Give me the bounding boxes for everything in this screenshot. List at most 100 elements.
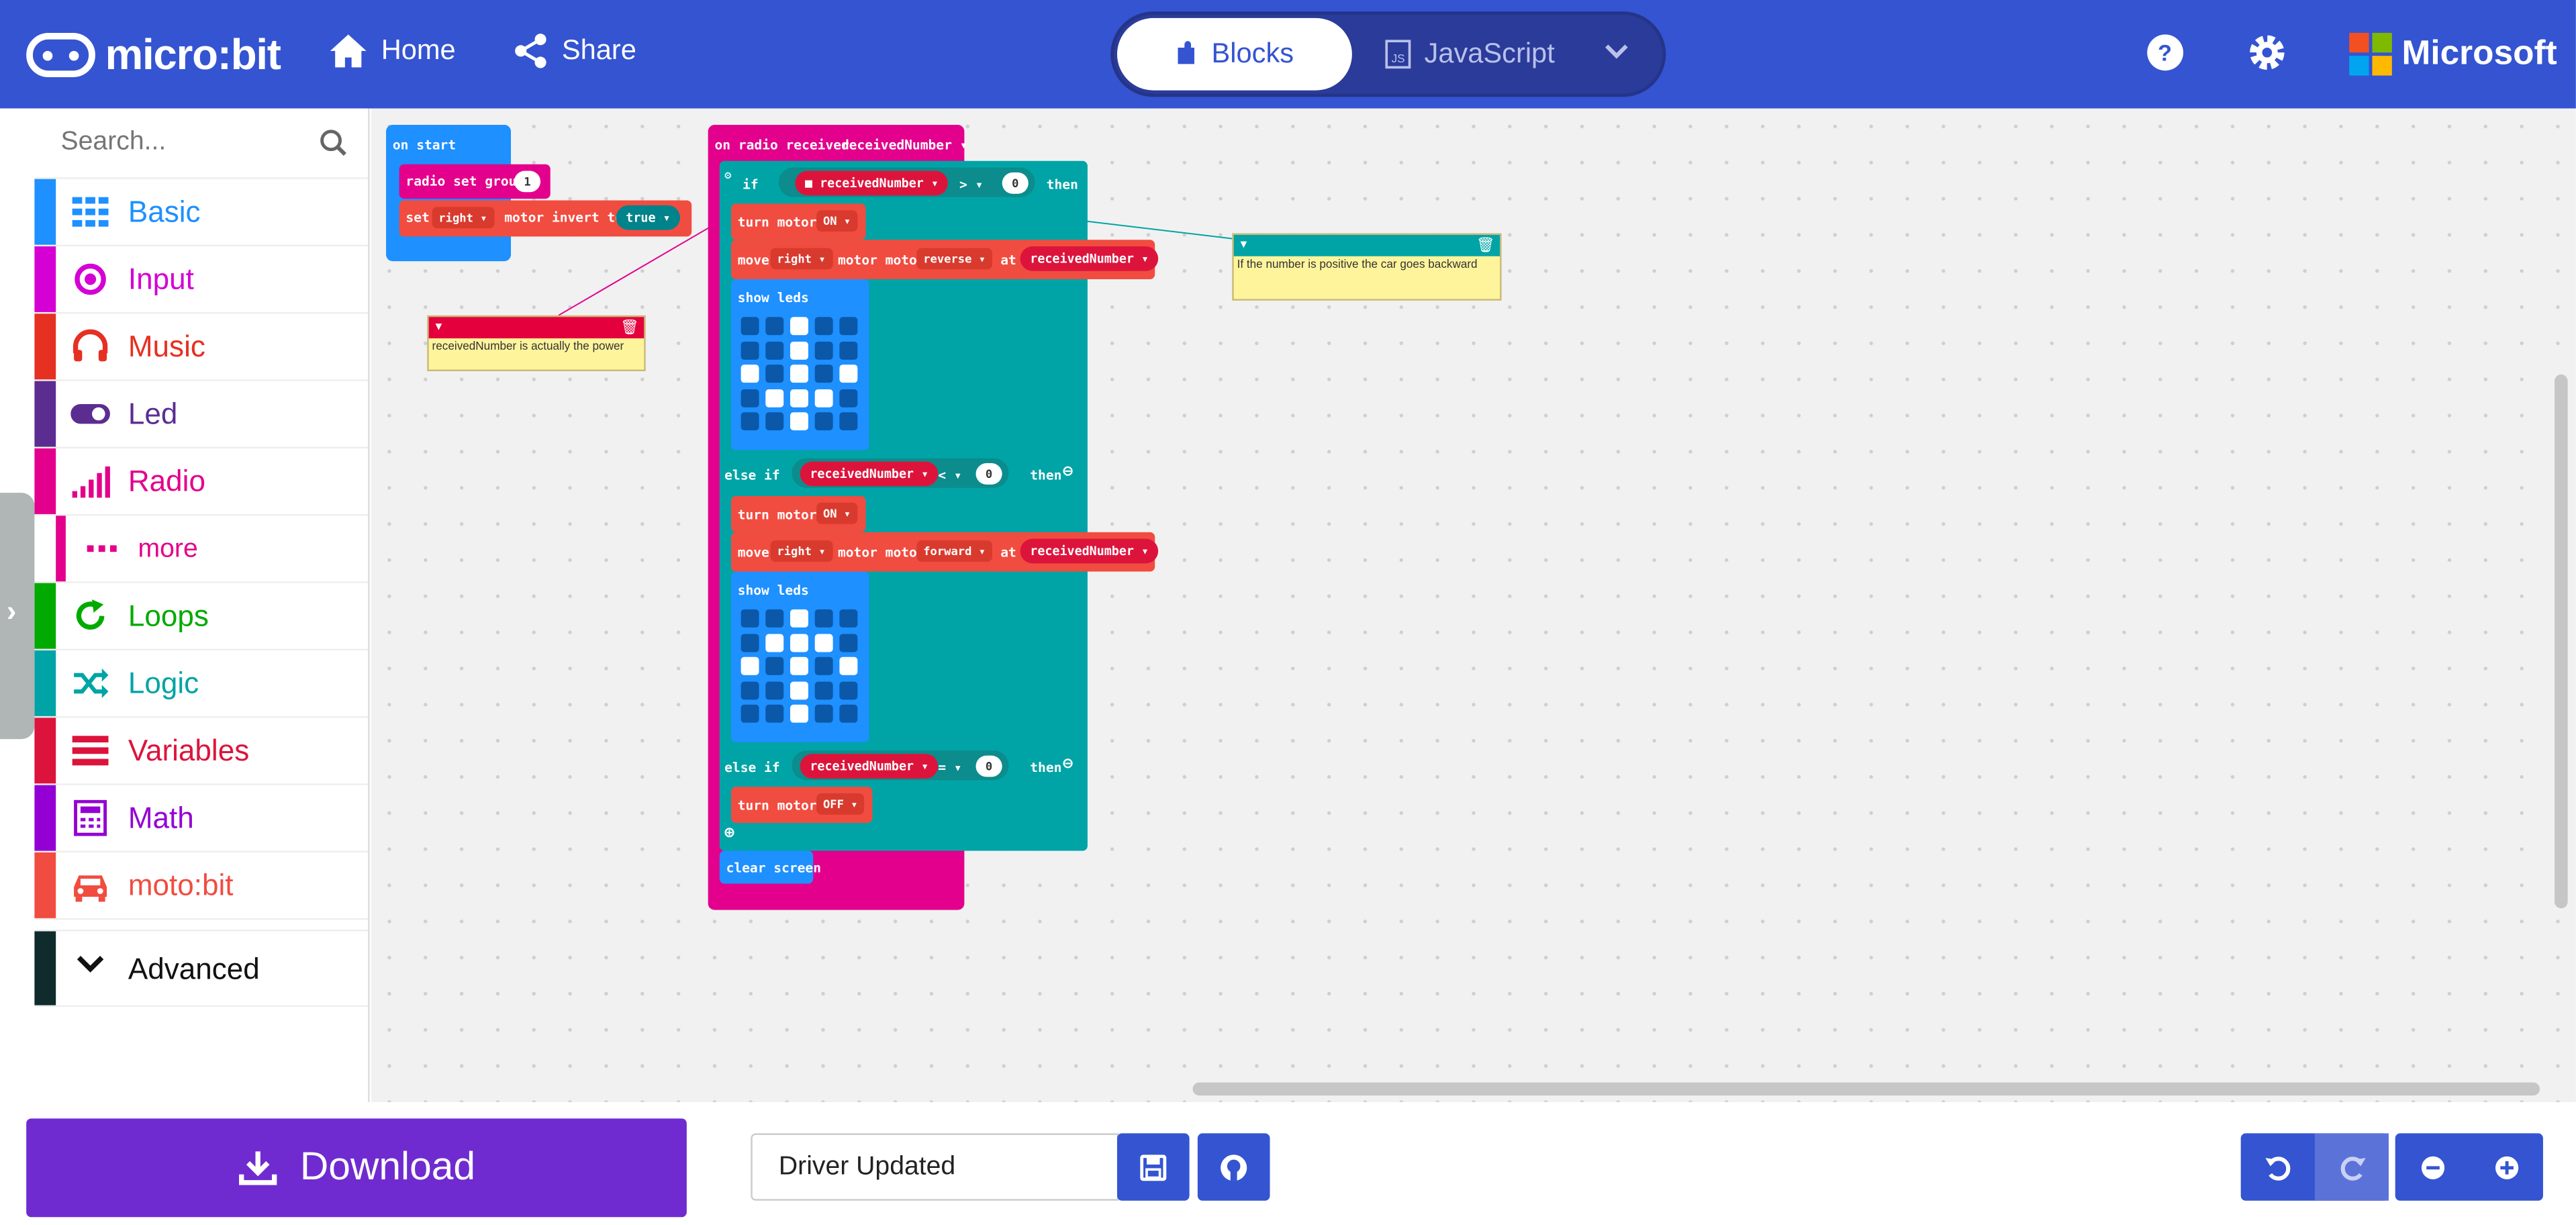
motor-state-dropdown[interactable]: ON ▾ xyxy=(816,502,858,524)
led-on[interactable] xyxy=(790,340,808,359)
trash-icon[interactable]: 🗑 xyxy=(620,319,639,337)
led-off[interactable] xyxy=(741,704,759,723)
led-off[interactable] xyxy=(765,364,784,383)
led-on[interactable] xyxy=(790,317,808,336)
radio-set-group-block[interactable]: radio set group 1 xyxy=(399,164,551,199)
motor-side-dropdown[interactable]: right ▾ xyxy=(770,248,832,270)
comment-direction[interactable]: ▾ 🗑 If the number is positive the car go… xyxy=(1232,233,1502,301)
led-off[interactable] xyxy=(814,340,833,359)
led-off[interactable] xyxy=(765,609,784,628)
operator-dropdown[interactable]: = ▾ xyxy=(938,761,961,775)
turn-motors-block[interactable]: turn motors ON ▾ xyxy=(730,203,866,240)
led-off[interactable] xyxy=(765,656,784,675)
motor-state-dropdown[interactable]: OFF ▾ xyxy=(816,793,865,815)
led-on[interactable] xyxy=(790,412,808,431)
category-input[interactable]: Input xyxy=(34,246,369,314)
category-advanced[interactable]: Advanced xyxy=(34,931,369,1008)
led-off[interactable] xyxy=(741,317,759,336)
led-off[interactable] xyxy=(741,388,759,407)
microbit-logo[interactable]: micro:bit xyxy=(26,30,281,81)
variable-received-number[interactable]: receivedNumber ▾ xyxy=(800,461,939,487)
led-off[interactable] xyxy=(814,364,833,383)
motor-state-dropdown[interactable]: ON ▾ xyxy=(816,210,858,232)
comment-collapse-icon[interactable]: ▾ xyxy=(435,319,442,334)
undo-button[interactable] xyxy=(2241,1133,2315,1200)
group-value[interactable]: 1 xyxy=(514,170,541,193)
led-off[interactable] xyxy=(741,633,759,652)
home-button[interactable]: Home xyxy=(328,33,456,69)
category-variables[interactable]: Variables xyxy=(34,718,369,785)
led-on[interactable] xyxy=(790,388,808,407)
led-off[interactable] xyxy=(765,317,784,336)
blocks-workspace[interactable]: on start radio set group 1 set right ▾ m… xyxy=(371,108,2576,1102)
led-on[interactable] xyxy=(790,656,808,675)
led-off[interactable] xyxy=(839,388,858,407)
category-logic[interactable]: Logic xyxy=(34,650,369,718)
led-on[interactable] xyxy=(790,364,808,383)
zoom-out-button[interactable] xyxy=(2395,1133,2469,1200)
download-button[interactable]: Download xyxy=(26,1118,687,1218)
category-led[interactable]: Led xyxy=(34,381,369,449)
led-off[interactable] xyxy=(741,681,759,699)
tab-blocks[interactable]: Blocks xyxy=(1116,17,1352,91)
led-on[interactable] xyxy=(790,681,808,699)
comment-power[interactable]: ▾ 🗑 receivedNumber is actually the power xyxy=(427,315,646,372)
add-branch-icon[interactable]: ⊕ xyxy=(724,824,744,844)
category-loops[interactable]: Loops xyxy=(34,583,369,651)
mode-dropdown-button[interactable] xyxy=(1603,38,1629,72)
operator-dropdown[interactable]: < ▾ xyxy=(938,468,961,483)
led-off[interactable] xyxy=(765,704,784,723)
comment-text[interactable]: If the number is positive the car goes b… xyxy=(1234,256,1500,275)
move-motor-block[interactable]: move right ▾ motor motor reverse ▾ at re… xyxy=(730,240,1159,279)
gear-icon[interactable]: ⚙ xyxy=(724,169,731,183)
led-off[interactable] xyxy=(839,340,858,359)
category-radio[interactable]: Radio xyxy=(34,448,369,516)
led-off[interactable] xyxy=(741,340,759,359)
led-off[interactable] xyxy=(839,633,858,652)
led-off[interactable] xyxy=(839,412,858,431)
toolbox-collapse-handle[interactable]: › xyxy=(0,493,35,740)
comment-text[interactable]: receivedNumber is actually the power xyxy=(429,338,645,356)
led-off[interactable] xyxy=(839,704,858,723)
led-off[interactable] xyxy=(741,609,759,628)
direction-dropdown[interactable]: forward ▾ xyxy=(916,540,992,562)
led-off[interactable] xyxy=(765,340,784,359)
turn-motors-block[interactable]: turn motors ON ▾ xyxy=(730,495,866,532)
category-math[interactable]: Math xyxy=(34,785,369,852)
category-music[interactable]: Music xyxy=(34,313,369,381)
led-on[interactable] xyxy=(790,609,808,628)
save-button[interactable] xyxy=(1116,1133,1190,1201)
direction-dropdown[interactable]: reverse ▾ xyxy=(916,248,992,270)
category-more[interactable]: more xyxy=(34,516,369,583)
remove-branch-icon[interactable]: ⊖ xyxy=(1063,463,1073,481)
led-on[interactable] xyxy=(839,364,858,383)
operator-dropdown[interactable]: > ▾ xyxy=(959,177,983,192)
category-moto-bit[interactable]: moto:bit xyxy=(34,852,369,920)
motor-side-dropdown[interactable]: right ▾ xyxy=(770,540,832,562)
led-on[interactable] xyxy=(765,388,784,407)
zoom-in-button[interactable] xyxy=(2469,1133,2543,1200)
trash-icon[interactable]: 🗑 xyxy=(1476,236,1495,254)
move-motor-block[interactable]: move right ▾ motor motor forward ▾ at re… xyxy=(730,532,1159,572)
compare-value[interactable]: 0 xyxy=(975,755,1002,777)
led-on[interactable] xyxy=(839,656,858,675)
led-off[interactable] xyxy=(814,609,833,628)
led-on[interactable] xyxy=(765,633,784,652)
led-grid[interactable] xyxy=(741,609,865,733)
led-grid[interactable] xyxy=(741,317,865,440)
led-on[interactable] xyxy=(814,388,833,407)
led-on[interactable] xyxy=(790,633,808,652)
show-leds-block[interactable]: show leds xyxy=(730,571,869,743)
variable-received-number[interactable]: receivedNumber ▾ xyxy=(800,754,939,779)
github-button[interactable] xyxy=(1197,1133,1270,1201)
led-off[interactable] xyxy=(814,656,833,675)
workspace-horizontal-scrollbar[interactable] xyxy=(1192,1082,2540,1096)
share-button[interactable]: Share xyxy=(512,33,636,69)
project-name-input[interactable]: Driver Updated xyxy=(751,1133,1119,1201)
variable-received-number[interactable]: receivedNumber ▾ xyxy=(1020,246,1159,271)
search-icon[interactable] xyxy=(319,128,348,158)
led-on[interactable] xyxy=(814,633,833,652)
compare-value[interactable]: 0 xyxy=(975,463,1002,485)
led-off[interactable] xyxy=(814,681,833,699)
comment-collapse-icon[interactable]: ▾ xyxy=(1240,236,1247,251)
